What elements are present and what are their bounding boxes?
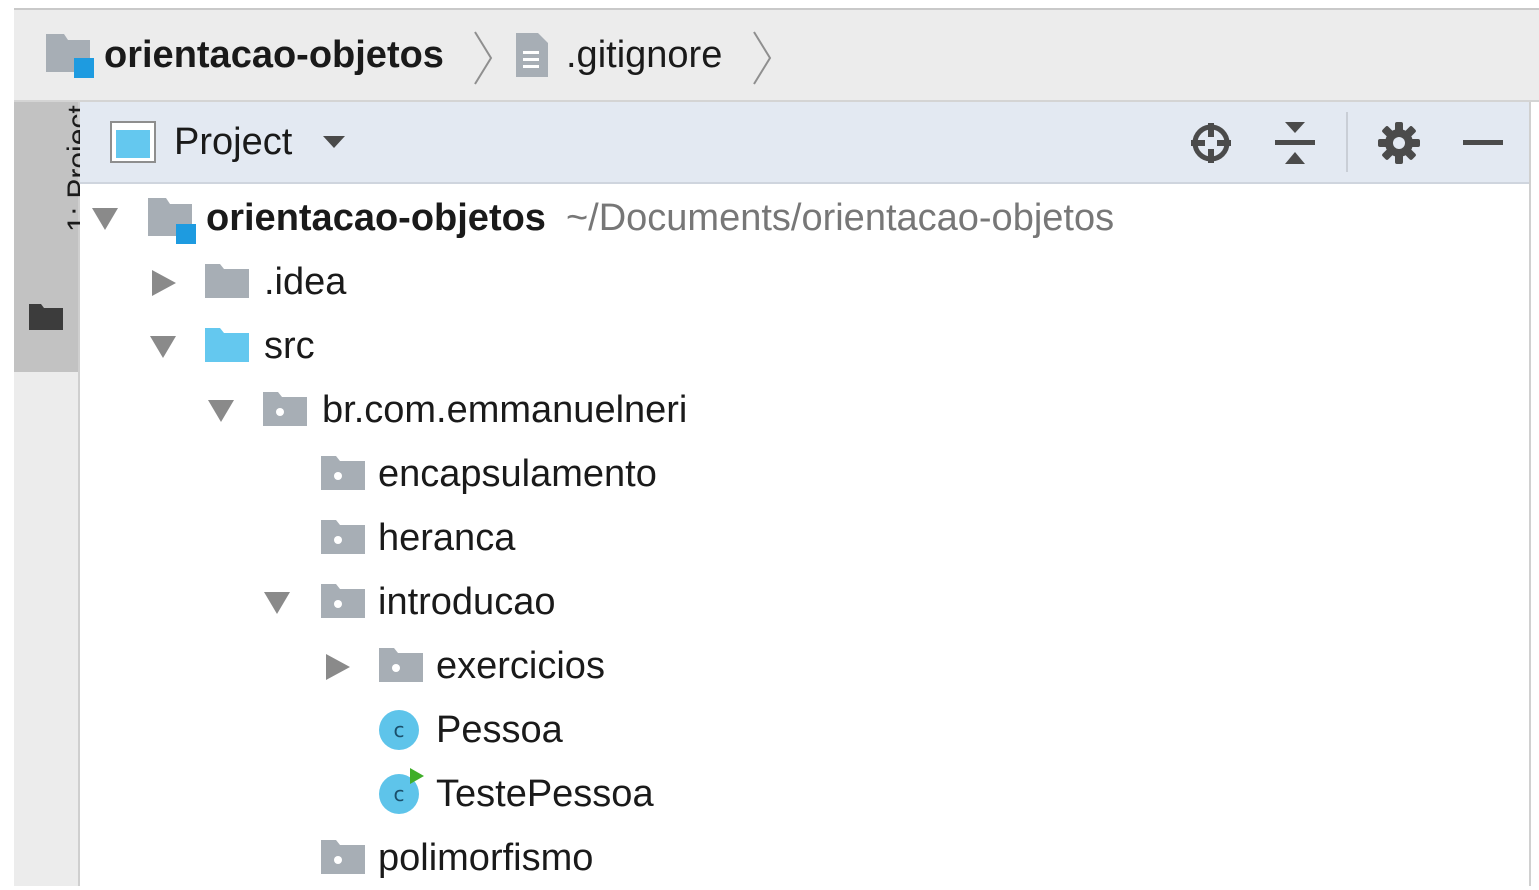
tree-node-package[interactable]: heranca [80,506,1529,570]
tree-node-package[interactable]: introducao [80,570,1529,634]
tree-node-label: TestePessoa [436,773,654,815]
expanded-arrow-icon[interactable] [206,396,236,424]
package-icon [321,840,365,874]
tree-node-package[interactable]: exercicios [80,634,1529,698]
breadcrumb-file-label: .gitignore [566,34,723,76]
breadcrumb-project-label: orientacao-objetos [104,34,444,76]
tree-node-class[interactable]: c Pessoa [80,698,1529,762]
svg-text:c: c [394,718,405,742]
package-icon [321,456,365,490]
view-selector-label: Project [174,120,293,163]
root-module-path: ~/Documents/orientacao-objetos [565,197,1115,239]
collapsed-arrow-icon[interactable] [324,652,352,682]
project-tree: orientacao-objetos ~/Documents/orientacao… [80,184,1529,886]
text-file-icon [516,33,548,77]
tree-node-label: exercicios [436,645,605,687]
gear-icon[interactable] [1376,120,1422,166]
breadcrumb-separator-icon [474,31,493,85]
tree-node-class[interactable]: c TestePessoa [80,762,1529,826]
project-tool-window-button[interactable]: 1: Project [14,102,95,372]
view-selector-dropdown[interactable]: Project [110,102,346,182]
java-class-icon: c [379,710,419,750]
project-panel-header: Project [80,102,1529,184]
runnable-class-icon: c [379,768,424,814]
folder-icon [205,264,249,298]
expanded-arrow-icon[interactable] [148,332,178,360]
source-folder-icon [205,328,249,362]
package-icon [263,392,307,426]
tree-node-label: introducao [378,581,556,623]
tree-node-idea[interactable]: .idea [80,250,1529,314]
tree-node-label: heranca [378,517,516,559]
tree-node-label: orientacao-objetos ~/Documents/orientacao… [206,196,1114,240]
tree-node-label: src [264,325,315,367]
tree-node-label: Pessoa [436,709,563,751]
tree-node-label: br.com.emmanuelneri [322,389,688,431]
project-view-icon [110,121,156,163]
tool-window-stripe: 1: Project [14,102,95,886]
collapse-all-icon[interactable] [1272,120,1318,166]
package-icon [379,648,423,682]
tree-node-label: polimorfismo [378,837,594,879]
toolbar-separator [1346,112,1348,172]
package-icon [321,520,365,554]
module-folder-icon [46,34,94,78]
module-folder-icon [148,198,196,244]
package-icon [321,584,365,618]
window-frame-left [0,0,14,886]
tree-node-package[interactable]: polimorfismo [80,826,1529,890]
locate-icon[interactable] [1188,120,1234,166]
tree-node-root[interactable]: orientacao-objetos ~/Documents/orientacao… [80,186,1529,250]
chevron-down-icon [323,136,346,148]
tree-node-package[interactable]: br.com.emmanuelneri [80,378,1529,442]
breadcrumb-file[interactable]: .gitignore [512,10,722,100]
navigation-bar: orientacao-objetos .gitignore [14,10,1539,102]
breadcrumb-project[interactable]: orientacao-objetos [44,10,444,100]
tree-node-src[interactable]: src [80,314,1529,378]
expanded-arrow-icon[interactable] [262,588,292,616]
panel-right-edge [1529,102,1539,886]
tree-node-label: .idea [264,261,347,303]
breadcrumb-separator-icon [753,31,772,85]
tree-node-package[interactable]: encapsulamento [80,442,1529,506]
expanded-arrow-icon[interactable] [90,204,120,232]
root-module-name: orientacao-objetos [206,197,546,239]
tree-node-label: encapsulamento [378,453,657,495]
hide-icon[interactable] [1460,120,1506,166]
collapsed-arrow-icon[interactable] [150,268,178,298]
svg-text:c: c [394,782,405,806]
folder-icon [29,304,63,330]
